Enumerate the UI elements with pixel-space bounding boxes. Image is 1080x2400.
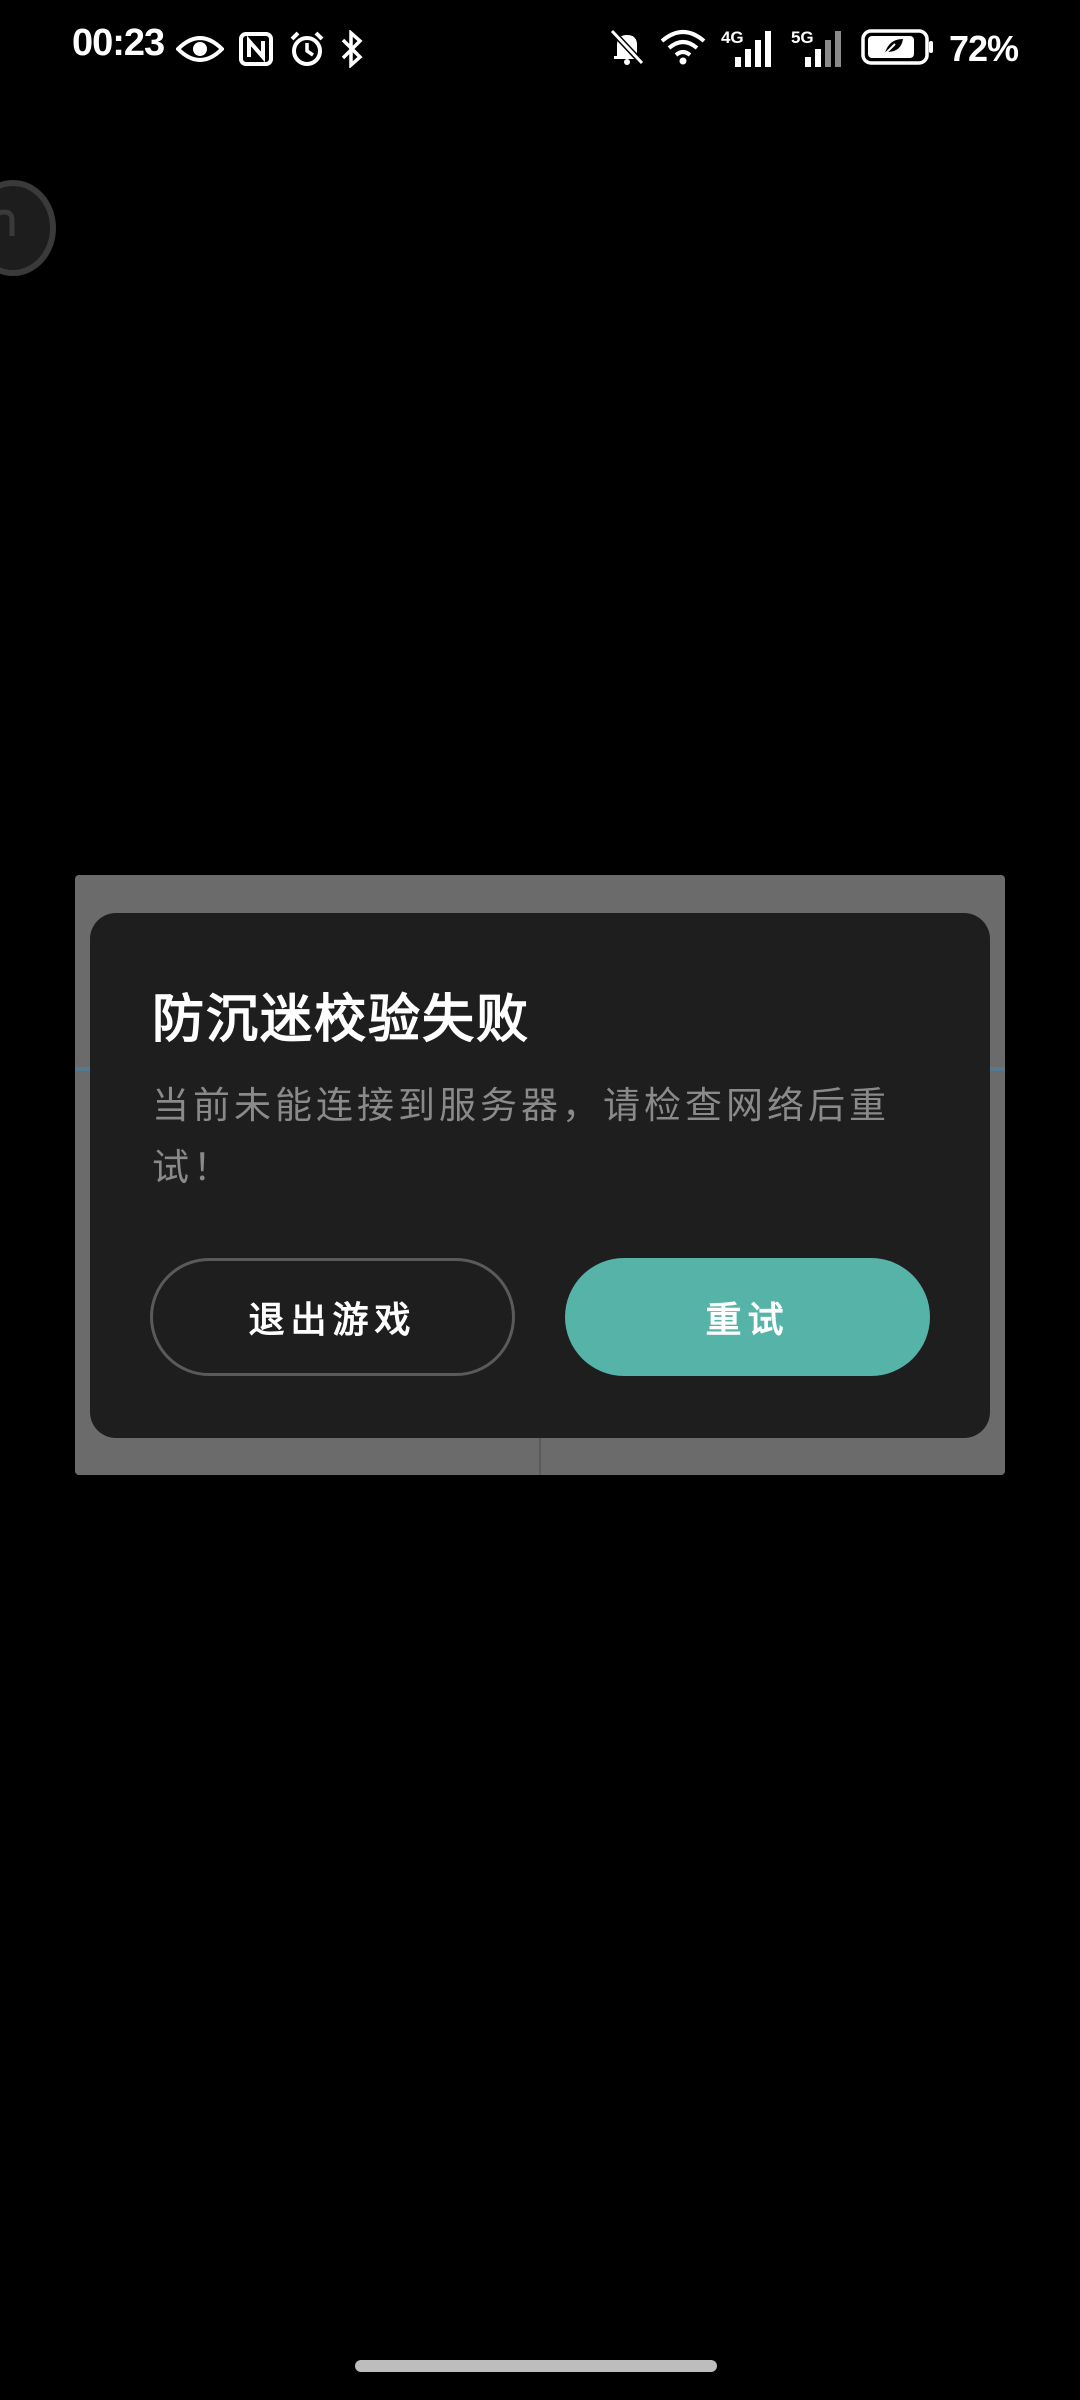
floating-assist-bubble[interactable]	[0, 180, 56, 276]
retry-button[interactable]: 重试	[565, 1258, 930, 1376]
battery-saver-icon	[861, 28, 935, 70]
status-left-icons	[175, 29, 364, 72]
bluetooth-icon	[340, 29, 364, 72]
battery-percentage: 72%	[948, 28, 1019, 69]
signal-5g-icon: 5G	[791, 29, 847, 69]
nfc-icon	[238, 31, 274, 71]
status-right-icons: 4G 5G 72%	[609, 28, 1019, 70]
wifi-icon	[659, 29, 707, 69]
status-bar: 00:23 4G 5G 72%	[0, 0, 1080, 100]
exit-game-button[interactable]: 退出游戏	[150, 1258, 515, 1376]
anti-addiction-dialog: 防沉迷校验失败 当前未能连接到服务器，请检查网络后重试！ 退出游戏 重试	[90, 913, 990, 1438]
background-panel-divider	[539, 1435, 541, 1475]
eye-icon	[175, 33, 225, 69]
dialog-title: 防沉迷校验失败	[152, 989, 531, 1050]
screen: 00:23 4G 5G 72% 防沉迷校验失败 当前未能连接到服务器，请检查网络…	[0, 0, 1080, 2400]
alarm-icon	[288, 30, 326, 72]
dialog-message: 当前未能连接到服务器，请检查网络后重试！	[152, 1084, 890, 1189]
signal-4g-icon: 4G	[721, 29, 777, 69]
mute-icon	[609, 28, 645, 70]
status-time: 00:23	[72, 22, 165, 64]
home-indicator[interactable]	[355, 2360, 717, 2372]
